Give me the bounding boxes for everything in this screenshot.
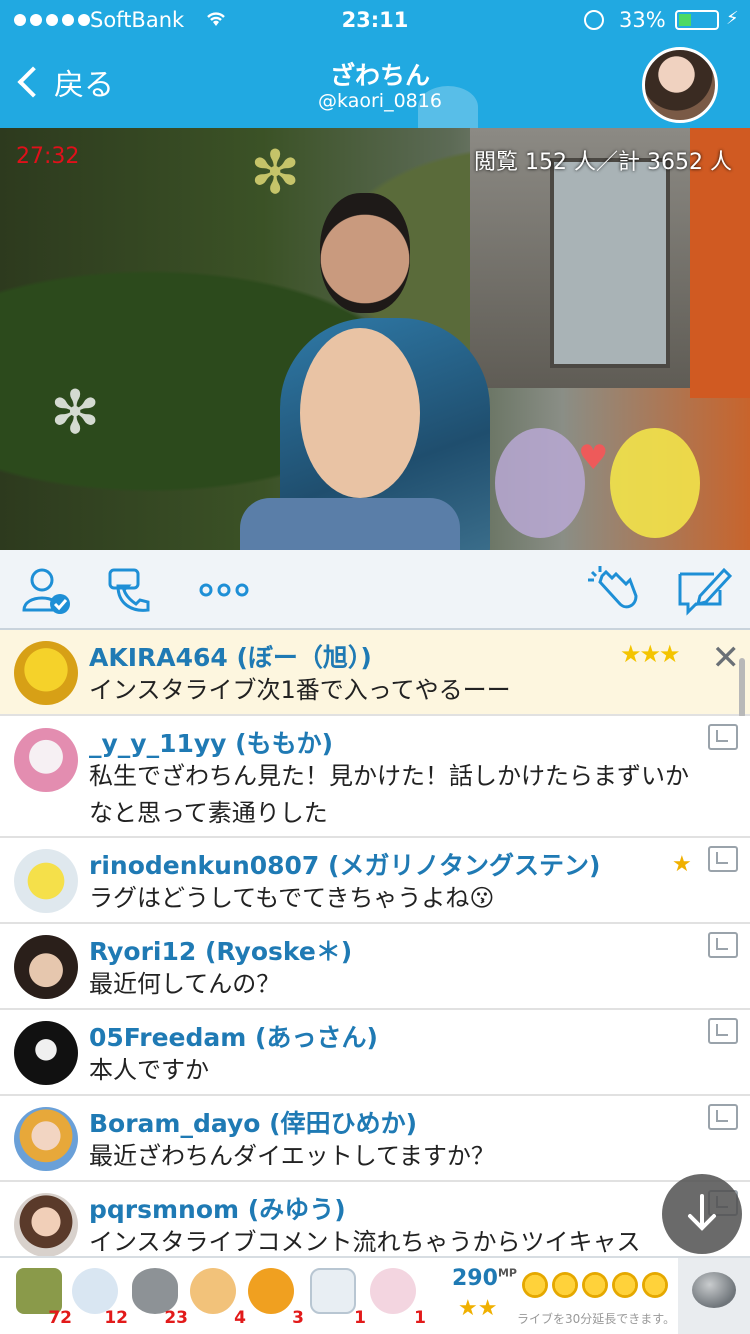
status-bar: SoftBank 23:11 33% ⚡ <box>0 0 750 40</box>
mp-value: 290 <box>452 1266 498 1291</box>
more-icon[interactable] <box>196 564 252 616</box>
reply-icon[interactable] <box>708 1018 738 1044</box>
stone-icon <box>692 1272 736 1308</box>
live-video[interactable]: ✻ ✻ ♥ 27:32 閲覧 152 人／計 3652 人 <box>0 128 750 550</box>
three-stars-badge-icon: ★★★ <box>620 640 681 668</box>
commenter-name[interactable]: Ryori12 (Ryoske＊) <box>89 932 352 968</box>
top-bar: SoftBank 23:11 33% ⚡ 戻る ざわちん @kaori_0816 <box>0 0 750 128</box>
commenter-name[interactable]: AKIRA464 (ぼー（旭）) <box>89 638 372 674</box>
comment-row[interactable]: 05Freedam (あっさん) 本人ですか <box>0 1010 750 1096</box>
video-window <box>550 158 670 368</box>
commenter-name[interactable]: 05Freedam (あっさん) <box>89 1018 378 1054</box>
broadcaster-name: ざわちん <box>329 61 430 90</box>
commenter-avatar[interactable] <box>14 1021 78 1085</box>
scroll-down-button[interactable] <box>662 1174 742 1254</box>
bear-icon <box>310 1268 356 1314</box>
call-icon[interactable] <box>104 564 160 616</box>
clap-icon[interactable] <box>586 564 642 616</box>
medal-badge-icon: ★ <box>672 852 692 877</box>
viewer-count: 閲覧 152 人／計 3652 人 <box>474 150 732 175</box>
video-jeans <box>240 498 460 550</box>
video-man-head <box>320 193 410 313</box>
comment-row[interactable]: AKIRA464 (ぼー（旭）) インスタライブ次1番で入ってやるーー ★★★ … <box>0 630 750 716</box>
commenter-avatar[interactable] <box>14 935 78 999</box>
comment-text: 最近ざわちんダイエットしてますか？ <box>89 1142 495 1170</box>
gift-count: 72 <box>48 1308 72 1328</box>
gift-tea[interactable]: 72 <box>14 1266 72 1328</box>
reply-icon[interactable] <box>708 846 738 872</box>
battery-percent: 33% <box>619 8 666 32</box>
comment-list[interactable]: AKIRA464 (ぼー（旭）) インスタライブ次1番で入ってやるーー ★★★ … <box>0 630 750 1256</box>
gift-count: 1 <box>354 1308 366 1328</box>
yellow-bunny-sticker <box>610 428 700 538</box>
action-bar <box>0 550 750 630</box>
commenter-name[interactable]: Boram_dayo (倖田ひめか) <box>89 1104 417 1140</box>
gift-count: 23 <box>164 1308 188 1328</box>
purple-bunny-sticker <box>495 428 585 538</box>
battery-icon <box>675 10 719 30</box>
gift-ghost[interactable]: 12 <box>70 1266 128 1328</box>
gift-bunny[interactable]: 1 <box>368 1266 426 1328</box>
commenter-avatar[interactable] <box>14 849 78 913</box>
gift-popper[interactable]: 3 <box>246 1266 304 1328</box>
gift-stone[interactable]: 23 <box>130 1266 188 1328</box>
reply-icon[interactable] <box>708 724 738 750</box>
commenter-name[interactable]: _y_y_11yy (ももか) <box>89 724 333 760</box>
gift-count: 1 <box>414 1308 426 1328</box>
reply-icon[interactable] <box>708 932 738 958</box>
comment-row[interactable]: rinodenkun0807 (メガリノタングステン) ラグはどうしてもでてきち… <box>0 838 750 924</box>
reply-icon[interactable] <box>708 1104 738 1130</box>
heart-icon: ♥ <box>578 438 609 478</box>
comment-text: インスタライブ次1番で入ってやるーー <box>89 676 511 704</box>
mp-stars-icon: ★★ <box>458 1296 498 1321</box>
live-timer: 27:32 <box>16 144 80 169</box>
comment-row[interactable]: _y_y_11yy (ももか) 私生でざわちん見た！見かけた！話しかけたらまずい… <box>0 716 750 838</box>
bunny-icon <box>370 1268 416 1314</box>
commenter-avatar[interactable] <box>14 1193 78 1256</box>
commenter-name[interactable]: rinodenkun0807 (メガリノタングステン) <box>89 846 600 882</box>
comment-text: 私生でざわちん見た！見かけた！話しかけたらまずいかなと思って素通りした <box>89 762 689 827</box>
gift-count: 3 <box>292 1308 304 1328</box>
flower-sticker-icon: ✻ <box>50 378 101 448</box>
mp-unit: MP <box>497 1266 517 1280</box>
comment-row[interactable]: pqrsmnom (みゆう) インスタライブコメント流れちゃうからツイキャス <box>0 1182 750 1256</box>
gift-bear[interactable]: 1 <box>308 1266 366 1328</box>
party-popper-icon <box>248 1268 294 1314</box>
gift-bar: 72 12 23 4 3 1 1 290MP ★★ ライブを30分延長できます。 <box>0 1256 750 1334</box>
commenter-name[interactable]: pqrsmnom (みゆう) <box>89 1190 346 1226</box>
clap-hands-icon <box>190 1268 236 1314</box>
commenter-avatar[interactable] <box>14 728 78 792</box>
video-baby <box>300 328 420 498</box>
scrollbar[interactable] <box>739 658 745 718</box>
commenter-avatar[interactable] <box>14 1107 78 1171</box>
comment-text: インスタライブコメント流れちゃうからツイキャス <box>89 1228 641 1256</box>
coins-icon[interactable] <box>522 1272 668 1298</box>
compose-icon[interactable] <box>676 564 732 616</box>
close-icon[interactable]: ✕ <box>712 638 741 678</box>
flower-sticker-icon: ✻ <box>250 138 301 208</box>
gift-count: 12 <box>104 1308 128 1328</box>
broadcaster-avatar[interactable] <box>642 47 718 123</box>
comment-text: 本人ですか <box>89 1056 209 1084</box>
comment-text: 最近何してんの？ <box>89 970 281 998</box>
rotation-lock-icon <box>584 10 604 30</box>
gift-clap[interactable]: 4 <box>188 1266 246 1328</box>
extend-live-text: ライブを30分延長できます。 <box>517 1312 676 1326</box>
profile-check-icon[interactable] <box>20 564 76 616</box>
commenter-avatar[interactable] <box>14 641 78 705</box>
charging-icon: ⚡ <box>726 8 739 29</box>
comment-row[interactable]: Boram_dayo (倖田ひめか) 最近ざわちんダイエットしてますか？ <box>0 1096 750 1182</box>
stone-gift-button[interactable] <box>678 1258 750 1334</box>
comment-text: ラグはどうしてもでてきちゃうよね😗 <box>89 884 495 912</box>
mp-points: 290MP <box>452 1266 517 1291</box>
broadcaster-handle: @kaori_0816 <box>318 90 442 112</box>
gift-count: 4 <box>234 1308 246 1328</box>
arrow-down-icon <box>688 1194 716 1231</box>
comment-row[interactable]: Ryori12 (Ryoske＊) 最近何してんの？ <box>0 924 750 1010</box>
